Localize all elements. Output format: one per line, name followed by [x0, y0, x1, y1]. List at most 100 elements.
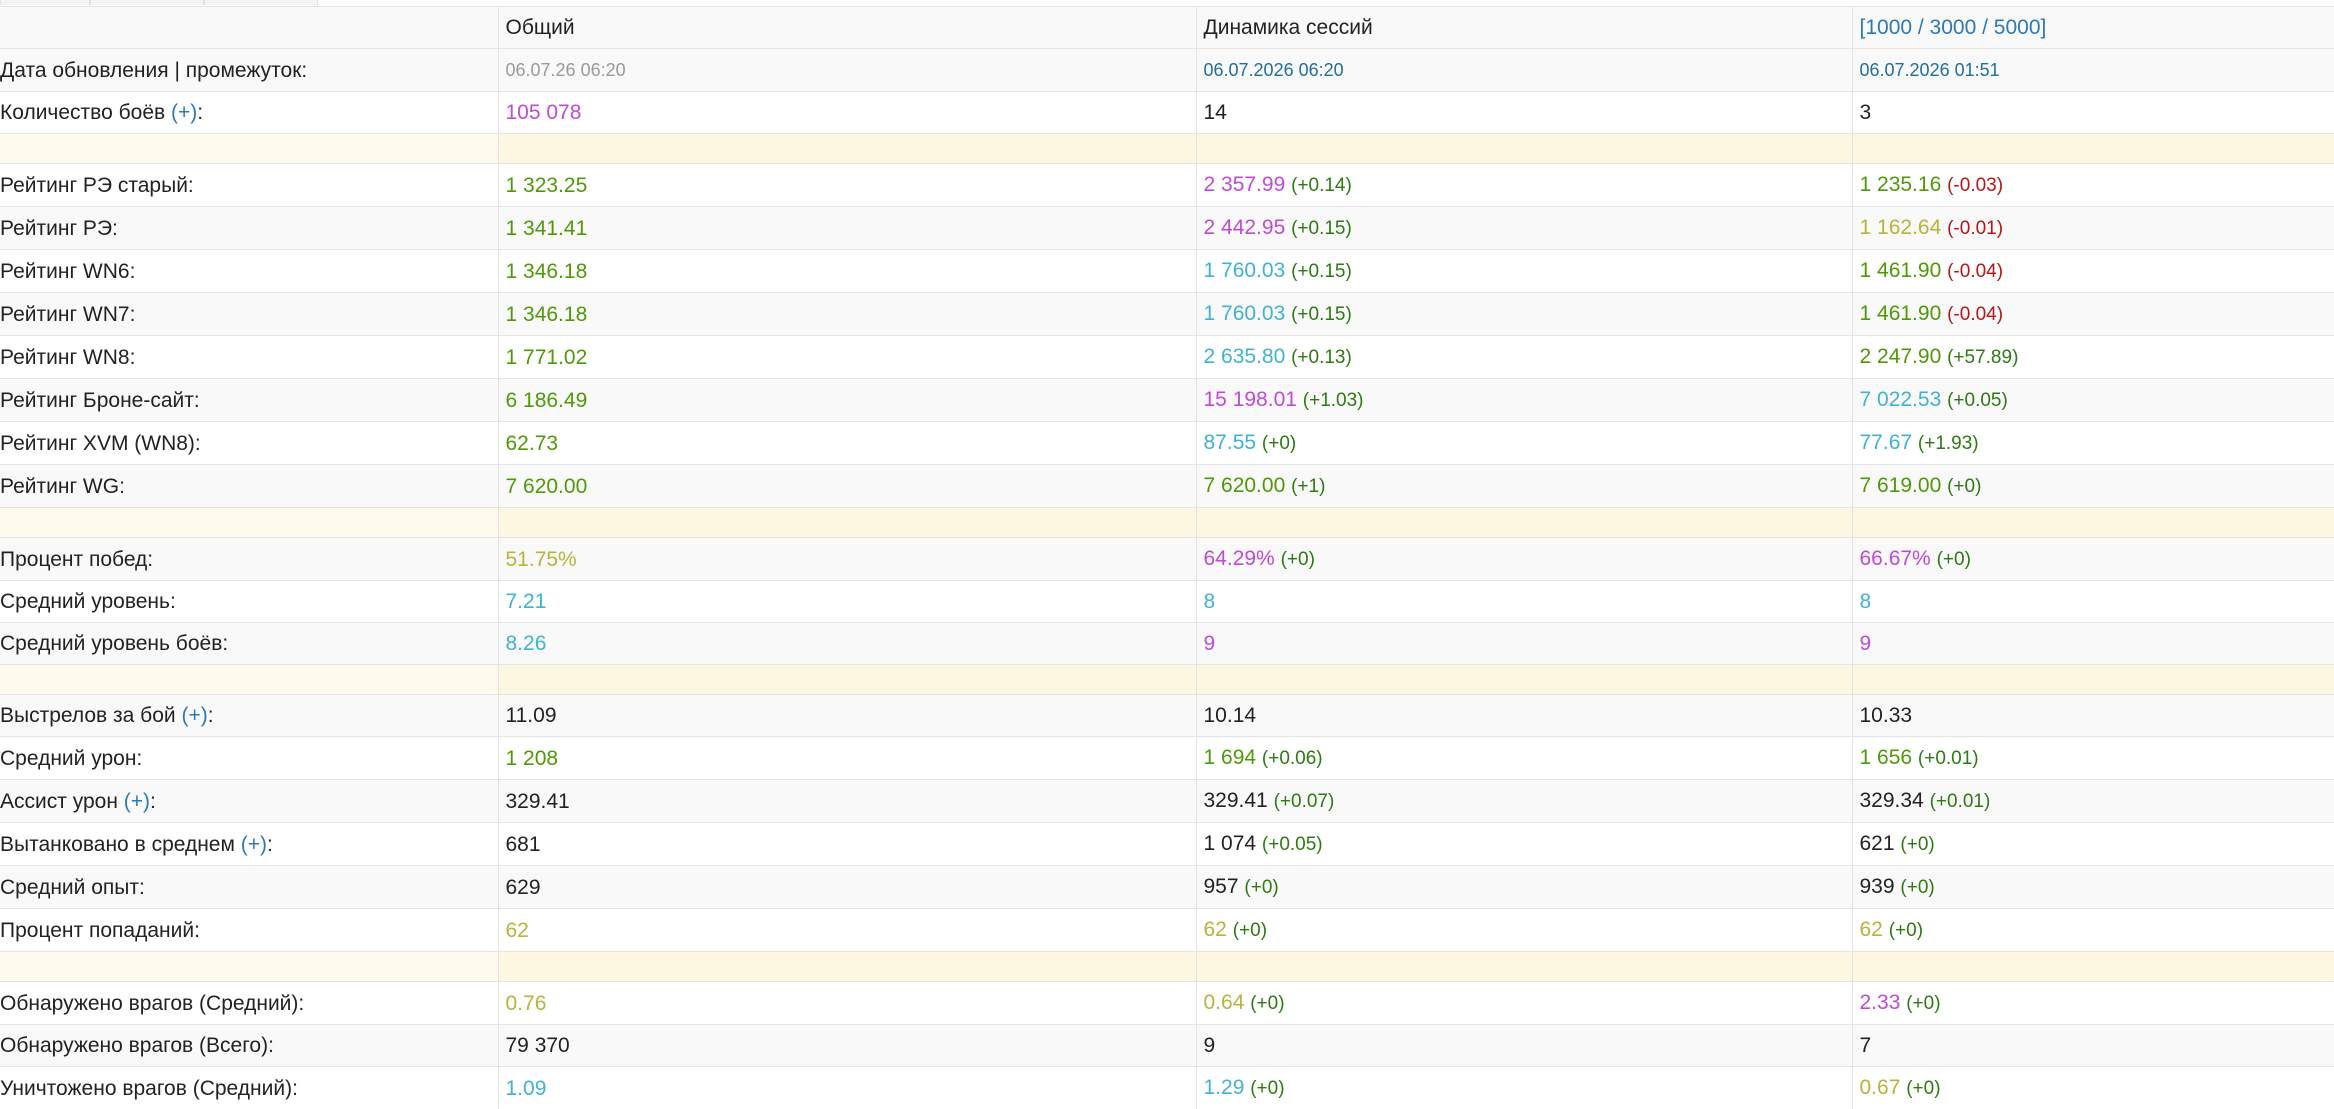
row-label: Средний уровень боёв: — [0, 623, 498, 665]
delta-range: (-0.01) — [1947, 218, 2003, 239]
update-date-range: 06.07.2026 01:51 — [1860, 60, 2000, 80]
value-total: 105 078 — [506, 101, 582, 124]
value-range: 7 619.00 — [1860, 474, 1942, 497]
delta-range: (+0) — [1937, 549, 1971, 570]
value-total: 1 346.18 — [506, 303, 588, 326]
expand-link[interactable]: (+) — [241, 833, 267, 856]
value-total: 1.09 — [506, 1077, 547, 1100]
value-total: 1 323.25 — [506, 174, 588, 197]
value-total: 7.21 — [506, 590, 547, 613]
delta-session: (+1) — [1291, 476, 1325, 497]
value-session: 2 635.80 — [1204, 345, 1286, 368]
delta-session: (+0) — [1281, 549, 1315, 570]
row-label: Рейтинг WG: — [0, 465, 498, 508]
table-row: Обнаружено врагов (Всего): 79 370 9 7 — [0, 1025, 2334, 1067]
table-row: Рейтинг Броне-сайт: 6 186.49 15 198.01 (… — [0, 379, 2334, 422]
table-row: Процент попаданий: 62 62 (+0) 62 (+0) — [0, 909, 2334, 952]
delta-range: (+0.01) — [1918, 748, 1979, 769]
row-label: Уничтожено врагов (Средний): — [0, 1067, 498, 1109]
section-divider — [0, 134, 2334, 164]
table-row: Рейтинг РЭ: 1 341.41 2 442.95 (+0.15) 1 … — [0, 207, 2334, 250]
row-label: Ассист урон — [0, 790, 118, 813]
table-row: Средний уровень: 7.21 8 8 — [0, 581, 2334, 623]
value-session: 2 442.95 — [1204, 216, 1286, 239]
value-total: 1 208 — [506, 747, 559, 770]
value-total: 629 — [506, 876, 541, 899]
value-total: 681 — [506, 833, 541, 856]
section-divider — [0, 508, 2334, 538]
section-divider — [0, 952, 2334, 982]
table-row: Уничтожено врагов (Средний): 1.09 1.29 (… — [0, 1067, 2334, 1109]
value-range: 62 — [1860, 918, 1883, 941]
delta-session: (+0.06) — [1262, 748, 1323, 769]
tab-1[interactable] — [0, 0, 90, 5]
table-row: Рейтинг WG: 7 620.00 7 620.00 (+1) 7 619… — [0, 465, 2334, 508]
row-label: Рейтинг XVM (WN8): — [0, 422, 498, 465]
table-row: Рейтинг WN6: 1 346.18 1 760.03 (+0.15) 1… — [0, 250, 2334, 293]
table-row: Рейтинг WN7: 1 346.18 1 760.03 (+0.15) 1… — [0, 293, 2334, 336]
delta-session: (+0) — [1233, 920, 1267, 941]
value-range: 329.34 — [1860, 789, 1924, 812]
value-total: 1 346.18 — [506, 260, 588, 283]
delta-range: (+57.89) — [1947, 347, 2018, 368]
value-range: 7 022.53 — [1860, 388, 1942, 411]
stats-table: Общий Динамика сессий [1000 / 3000 / 500… — [0, 6, 2334, 1109]
tab-2[interactable] — [90, 0, 204, 5]
value-session: 1.29 — [1204, 1076, 1245, 1099]
value-total: 51.75% — [506, 548, 577, 571]
value-range: 3 — [1860, 101, 1872, 124]
delta-session: (+0.05) — [1262, 834, 1323, 855]
tab-3[interactable] — [204, 0, 318, 5]
value-session: 87.55 — [1204, 431, 1257, 454]
value-total: 62 — [506, 919, 529, 942]
value-range: 2.33 — [1860, 991, 1901, 1014]
delta-session: (+1.03) — [1303, 390, 1364, 411]
header-empty-cell — [0, 7, 498, 49]
update-date-total: 06.07.26 06:20 — [506, 60, 626, 80]
row-label: Процент попаданий: — [0, 909, 498, 952]
table-row: Количество боёв (+): 105 078 14 3 — [0, 92, 2334, 134]
table-row: Обнаружено врагов (Средний): 0.76 0.64 (… — [0, 982, 2334, 1025]
value-session: 329.41 — [1204, 789, 1268, 812]
value-total: 1 341.41 — [506, 217, 588, 240]
value-session: 0.64 — [1204, 991, 1245, 1014]
value-session: 64.29% — [1204, 547, 1275, 570]
value-total: 329.41 — [506, 790, 570, 813]
row-label: Количество боёв — [0, 101, 165, 124]
value-range: 1 656 — [1860, 746, 1913, 769]
value-total: 0.76 — [506, 992, 547, 1015]
value-range: 77.67 — [1860, 431, 1913, 454]
value-total: 7 620.00 — [506, 475, 588, 498]
delta-session: (+0.07) — [1274, 791, 1335, 812]
column-header-range-link[interactable]: [1000 / 3000 / 5000] — [1852, 7, 2334, 49]
value-range: 10.33 — [1860, 704, 1913, 727]
delta-range: (-0.04) — [1947, 304, 2003, 325]
value-session: 9 — [1204, 632, 1216, 655]
table-row: Рейтинг XVM (WN8): 62.73 87.55 (+0) 77.6… — [0, 422, 2334, 465]
delta-range: (+0) — [1900, 834, 1934, 855]
delta-range: (+0) — [1947, 476, 1981, 497]
expand-link[interactable]: (+) — [181, 704, 207, 727]
value-range: 621 — [1860, 832, 1895, 855]
row-label: Обнаружено врагов (Всего): — [0, 1025, 498, 1067]
table-row: Рейтинг WN8: 1 771.02 2 635.80 (+0.13) 2… — [0, 336, 2334, 379]
delta-range: (+0) — [1906, 993, 1940, 1014]
expand-link[interactable]: (+) — [171, 101, 197, 124]
value-session: 1 760.03 — [1204, 302, 1286, 325]
table-row: Дата обновления | промежуток: 06.07.26 0… — [0, 49, 2334, 92]
update-date-session: 06.07.2026 06:20 — [1204, 60, 1344, 80]
value-range: 7 — [1860, 1034, 1872, 1057]
value-session: 1 074 — [1204, 832, 1257, 855]
value-session: 1 760.03 — [1204, 259, 1286, 282]
delta-session: (+0.14) — [1291, 175, 1352, 196]
table-row: Процент побед: 51.75% 64.29% (+0) 66.67%… — [0, 538, 2334, 581]
value-range: 1 235.16 — [1860, 173, 1942, 196]
column-header-session: Динамика сессий — [1196, 7, 1852, 49]
expand-link[interactable]: (+) — [124, 790, 150, 813]
value-total: 79 370 — [506, 1034, 570, 1057]
delta-session: (+0.15) — [1291, 218, 1352, 239]
section-divider — [0, 665, 2334, 695]
value-session: 957 — [1204, 875, 1239, 898]
value-range: 1 461.90 — [1860, 302, 1942, 325]
row-label: Дата обновления | промежуток: — [0, 49, 498, 92]
